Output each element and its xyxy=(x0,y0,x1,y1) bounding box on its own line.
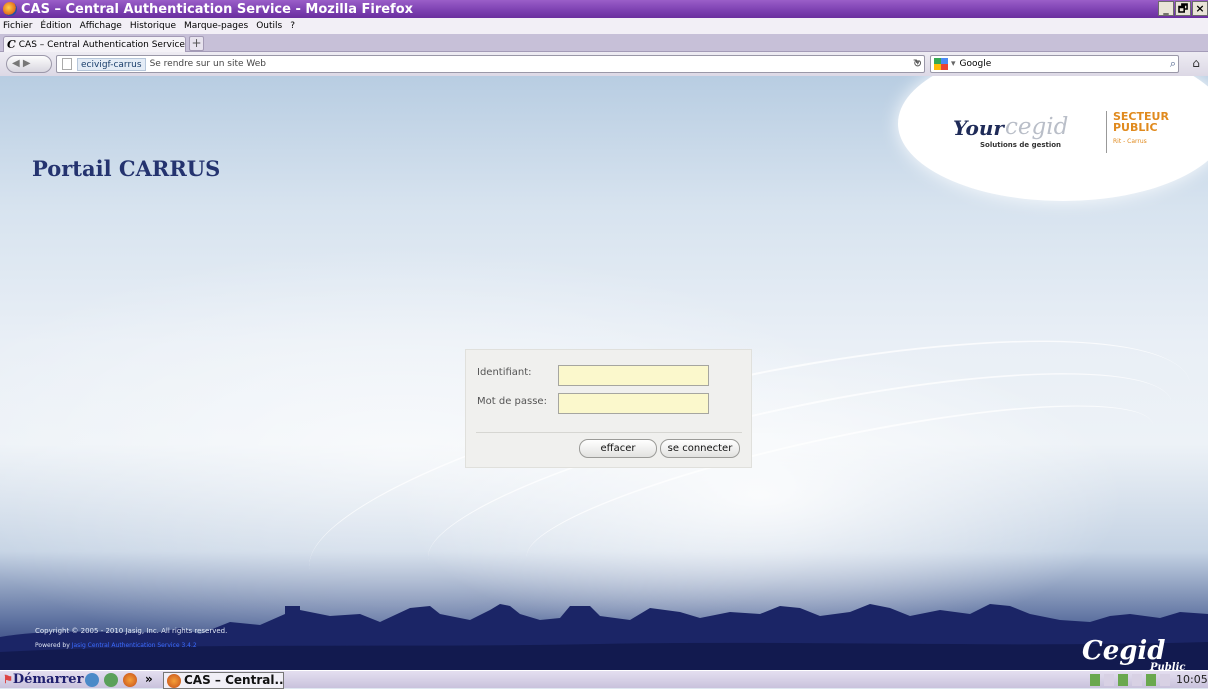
menu-edition[interactable]: Édition xyxy=(40,21,71,31)
cas-favicon-icon: C xyxy=(7,38,16,51)
start-button[interactable]: ⚑Démarrer xyxy=(0,671,86,689)
taskbar-item-firefox[interactable]: CAS – Central... xyxy=(163,672,284,689)
navigation-bar: ◀ ▶ ecivigf-carrus Se rendre sur un site… xyxy=(0,52,1208,76)
logo-divider xyxy=(1106,111,1107,153)
restore-button[interactable]: 🗗 xyxy=(1175,1,1191,16)
menu-bar: Fichier Édition Affichage Historique Mar… xyxy=(0,18,1208,34)
menu-affichage[interactable]: Affichage xyxy=(80,21,122,31)
page-icon xyxy=(62,58,72,70)
system-tray: 10:05 xyxy=(1084,671,1208,689)
window-title-bar: CAS – Central Authentication Service - M… xyxy=(0,0,1208,18)
tab-strip: C CAS – Central Authentication Service + xyxy=(0,34,1208,52)
clear-button[interactable]: effacer xyxy=(579,439,657,458)
powered-by-link[interactable]: Jasig Central Authentication Service 3.4… xyxy=(72,642,197,649)
clock: 10:05 xyxy=(1176,673,1208,686)
tab-cas[interactable]: C CAS – Central Authentication Service xyxy=(3,36,186,52)
browser-window: CAS – Central Authentication Service - M… xyxy=(0,0,1208,689)
search-input[interactable]: Google xyxy=(960,59,992,69)
search-engine-dropdown-icon[interactable]: ▾ xyxy=(951,59,956,69)
taskbar-item-label: CAS – Central... xyxy=(184,673,284,687)
firefox-icon xyxy=(167,674,181,688)
page-content: Portail CARRUS Your cegid Solutions de g… xyxy=(0,76,1208,670)
window-title: CAS – Central Authentication Service - M… xyxy=(21,1,414,17)
site-identity-label[interactable]: ecivigf-carrus xyxy=(77,57,146,71)
menu-marque-pages[interactable]: Marque-pages xyxy=(184,21,248,31)
more-chevron[interactable]: » xyxy=(145,671,153,687)
new-tab-button[interactable]: + xyxy=(189,36,204,51)
quicklaunch-icon[interactable] xyxy=(104,673,118,687)
search-box[interactable]: ▾ Google ⌕ xyxy=(930,55,1179,73)
forward-arrow-icon[interactable]: ▶ xyxy=(20,58,31,69)
menu-fichier[interactable]: Fichier xyxy=(3,21,32,31)
menu-historique[interactable]: Historique xyxy=(130,21,176,31)
back-arrow-icon[interactable]: ◀ xyxy=(12,58,20,69)
tray-icons[interactable] xyxy=(1090,674,1170,686)
search-icon[interactable]: ⌕ xyxy=(1170,57,1176,71)
menu-help[interactable]: ? xyxy=(290,21,295,31)
google-icon[interactable] xyxy=(934,58,948,70)
tab-label: CAS – Central Authentication Service xyxy=(18,39,185,50)
password-field[interactable] xyxy=(558,393,709,414)
powered-by: Powered by Jasig Central Authentication … xyxy=(35,642,197,649)
windows-flag-icon: ⚑ xyxy=(3,673,13,686)
back-forward-button[interactable]: ◀ ▶ xyxy=(6,55,52,73)
copyright-text: Copyright © 2005 - 2010 Jasig, Inc. All … xyxy=(35,627,228,635)
logo-small-text: Rit - Carrus xyxy=(1113,138,1147,145)
login-button[interactable]: se connecter xyxy=(660,439,740,458)
firefox-quicklaunch-icon[interactable] xyxy=(123,673,137,687)
home-icon[interactable]: ⌂ xyxy=(1186,56,1206,74)
logo-cegid: cegid xyxy=(1005,114,1069,140)
yourcegid-logo: Your cegid Solutions de gestion SECTEUR P… xyxy=(898,76,1208,201)
url-input[interactable]: Se rendre sur un site Web xyxy=(150,59,266,69)
logo-your: Your xyxy=(953,116,1004,140)
reload-icon[interactable]: ↻ xyxy=(909,55,926,73)
ie-quicklaunch-icon[interactable] xyxy=(85,673,99,687)
logo-sector: SECTEUR PUBLIC xyxy=(1113,110,1169,134)
url-bar[interactable]: ecivigf-carrus Se rendre sur un site Web… xyxy=(56,55,925,73)
minimize-button[interactable]: _ xyxy=(1158,1,1174,16)
logo-subtitle: Solutions de gestion xyxy=(980,141,1062,149)
cegid-public-brand: Public xyxy=(1150,662,1186,670)
powered-by-label: Powered by xyxy=(35,642,70,649)
username-field[interactable] xyxy=(558,365,709,386)
form-divider xyxy=(476,432,742,433)
firefox-icon xyxy=(3,2,17,16)
menu-outils[interactable]: Outils xyxy=(256,21,282,31)
username-label: Identifiant: xyxy=(477,367,532,378)
taskbar: ⚑Démarrer » CAS – Central... 10:05 xyxy=(0,670,1208,689)
page-title: Portail CARRUS xyxy=(32,156,221,181)
start-label: Démarrer xyxy=(12,672,84,687)
password-label: Mot de passe: xyxy=(477,396,547,407)
window-controls: _ 🗗 × xyxy=(1158,1,1208,16)
login-form: Identifiant: Mot de passe: effacer se co… xyxy=(465,349,752,468)
close-button[interactable]: × xyxy=(1192,1,1208,16)
